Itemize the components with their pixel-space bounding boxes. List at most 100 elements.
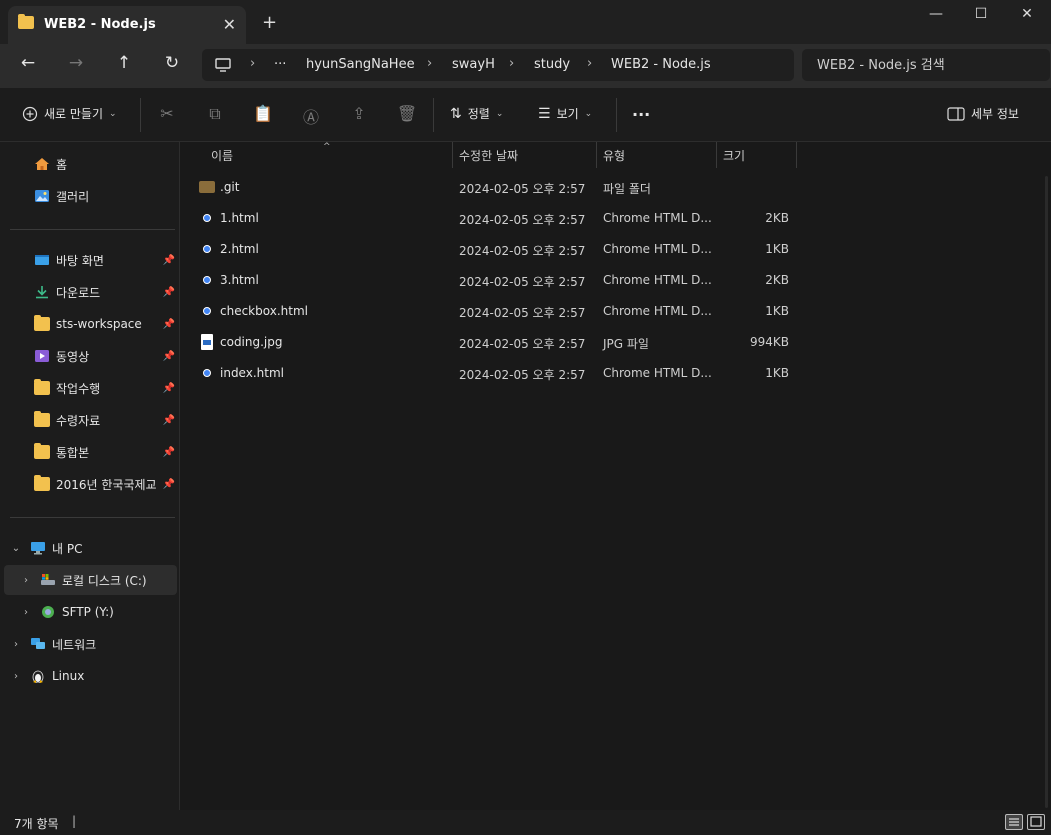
- maximize-button[interactable]: ☐: [958, 6, 1004, 22]
- breadcrumb-hyunsangnahee[interactable]: hyunSangNaHee: [306, 57, 415, 72]
- file-row[interactable]: index.html 2024-02-05 오후 2:57 Chrome HTM…: [196, 358, 796, 389]
- pin-icon[interactable]: 📌: [163, 415, 175, 426]
- pin-icon[interactable]: 📌: [163, 255, 175, 266]
- file-row[interactable]: 1.html 2024-02-05 오후 2:57 Chrome HTML D.…: [196, 203, 796, 234]
- sidebar-item-label: 내 PC: [52, 541, 83, 556]
- chevron-down-icon: ⌄: [584, 108, 593, 119]
- breadcrumb-swayh[interactable]: swayH: [452, 57, 495, 72]
- sidebar-item-2016[interactable]: 2016년 한국국제교 📌: [4, 469, 177, 499]
- pin-icon[interactable]: 📌: [163, 351, 175, 362]
- up-button[interactable]: ↑: [110, 53, 138, 79]
- chevron-right-icon[interactable]: ›: [10, 639, 22, 650]
- address-bar[interactable]: › ··· hyunSangNaHee › swayH › study › WE…: [202, 49, 794, 81]
- file-row[interactable]: coding.jpg 2024-02-05 오후 2:57 JPG 파일 994…: [196, 327, 796, 358]
- navigation-pane: 홈 갤러리 바탕 화면 📌 다운로드 📌 sts-workspace 📌 동영상…: [0, 142, 180, 810]
- tab-web2-nodejs[interactable]: WEB2 - Node.js ✕: [8, 6, 246, 44]
- file-date: 2024-02-05 오후 2:57: [459, 275, 586, 289]
- more-options-button[interactable]: ···: [632, 105, 650, 124]
- sidebar-item-downloads[interactable]: 다운로드 📌: [4, 277, 177, 307]
- pin-icon[interactable]: 📌: [163, 383, 175, 394]
- details-pane-icon: [947, 106, 965, 121]
- search-box: [802, 49, 1050, 81]
- paste-icon[interactable]: 📋: [252, 104, 274, 123]
- tiles-view-icon: [1030, 816, 1042, 827]
- tiles-view-button[interactable]: [1027, 814, 1045, 830]
- jpg-icon: [201, 334, 213, 350]
- minimize-button[interactable]: —: [913, 6, 959, 22]
- file-row[interactable]: checkbox.html 2024-02-05 오후 2:57 Chrome …: [196, 296, 796, 327]
- folder-icon: [34, 443, 50, 459]
- sidebar-item-linux[interactable]: › Linux: [4, 661, 177, 691]
- sidebar-item-received[interactable]: 수령자료 📌: [4, 405, 177, 435]
- rename-icon[interactable]: Ⓐ: [300, 104, 322, 128]
- sidebar-item-label: sts-workspace: [56, 317, 142, 331]
- details-view-button[interactable]: [1005, 814, 1023, 830]
- details-button[interactable]: 세부 정보: [947, 105, 1019, 122]
- linux-icon: [32, 670, 44, 683]
- file-row[interactable]: 2.html 2024-02-05 오후 2:57 Chrome HTML D.…: [196, 234, 796, 265]
- sidebar-item-sts-workspace[interactable]: sts-workspace 📌: [4, 309, 177, 339]
- forward-button[interactable]: →: [62, 53, 90, 79]
- folder-icon: [34, 475, 50, 491]
- pin-icon[interactable]: 📌: [163, 447, 175, 458]
- refresh-button[interactable]: ↻: [158, 53, 186, 79]
- chevron-right-icon[interactable]: ›: [20, 575, 32, 586]
- view-button[interactable]: ☰ 보기 ⌄: [538, 105, 592, 122]
- drive-icon: [41, 574, 55, 585]
- cut-icon[interactable]: ✂: [156, 104, 178, 123]
- scrollbar[interactable]: [1045, 176, 1048, 808]
- new-button-label: 새로 만들기: [44, 107, 104, 121]
- delete-icon[interactable]: 🗑: [396, 104, 418, 123]
- file-size: 1KB: [765, 366, 789, 380]
- sidebar-item-sftp-y[interactable]: › SFTP (Y:): [4, 597, 177, 627]
- chevron-down-icon[interactable]: ⌄: [10, 543, 22, 554]
- column-header-date[interactable]: 수정한 날짜: [453, 142, 597, 168]
- chevron-right-icon[interactable]: ›: [10, 671, 22, 682]
- file-name: 1.html: [220, 211, 259, 225]
- sidebar-item-work[interactable]: 작업수행 📌: [4, 373, 177, 403]
- new-tab-button[interactable]: +: [262, 12, 277, 33]
- breadcrumb-overflow[interactable]: ···: [274, 57, 286, 72]
- sidebar-item-this-pc[interactable]: ⌄ 내 PC: [4, 533, 177, 563]
- sort-icon: ⇅: [450, 105, 462, 122]
- share-icon[interactable]: ⇪: [348, 104, 370, 123]
- search-input[interactable]: [802, 49, 1050, 81]
- sidebar-item-videos[interactable]: 동영상 📌: [4, 341, 177, 371]
- sidebar-item-merged[interactable]: 통합본 📌: [4, 437, 177, 467]
- chevron-right-icon[interactable]: ›: [20, 607, 32, 618]
- status-bar: 7개 항목 |: [0, 810, 1051, 835]
- sidebar-item-network[interactable]: › 네트워크: [4, 629, 177, 659]
- file-row[interactable]: .git 2024-02-05 오후 2:57 파일 폴더: [196, 172, 796, 203]
- close-window-button[interactable]: ✕: [1004, 6, 1050, 22]
- sidebar-item-label: 홈: [56, 157, 68, 172]
- tab-close-button[interactable]: ✕: [223, 15, 236, 34]
- view-button-label: 보기: [556, 107, 579, 121]
- column-header-name[interactable]: 이름: [205, 142, 453, 168]
- new-button[interactable]: 새로 만들기 ⌄: [22, 105, 117, 122]
- breadcrumb-web2-nodejs[interactable]: WEB2 - Node.js: [611, 57, 711, 72]
- column-header-size[interactable]: 크기: [717, 142, 797, 168]
- file-type: Chrome HTML D...: [603, 211, 712, 225]
- back-button[interactable]: ←: [14, 53, 42, 79]
- folder-icon: [34, 315, 50, 331]
- file-name: 3.html: [220, 273, 259, 287]
- pin-icon[interactable]: 📌: [163, 287, 175, 298]
- status-divider: |: [72, 814, 77, 828]
- file-name: checkbox.html: [220, 304, 308, 318]
- column-header-type[interactable]: 유형: [597, 142, 717, 168]
- sidebar-item-home[interactable]: 홈: [4, 149, 177, 179]
- file-date: 2024-02-05 오후 2:57: [459, 244, 586, 258]
- copy-icon[interactable]: ⧉: [204, 104, 226, 124]
- sidebar-item-local-disk-c[interactable]: › 로컬 디스크 (C:): [4, 565, 177, 595]
- chevron-right-icon: ›: [427, 56, 433, 71]
- pin-icon[interactable]: 📌: [163, 479, 175, 490]
- tab-title: WEB2 - Node.js: [44, 17, 156, 32]
- breadcrumb-study[interactable]: study: [534, 57, 570, 72]
- file-row[interactable]: 3.html 2024-02-05 오후 2:57 Chrome HTML D.…: [196, 265, 796, 296]
- sort-button[interactable]: ⇅ 정렬 ⌄: [450, 105, 503, 122]
- sidebar-item-gallery[interactable]: 갤러리: [4, 181, 177, 211]
- file-type: 파일 폴더: [603, 182, 651, 196]
- pin-icon[interactable]: 📌: [163, 319, 175, 330]
- sidebar-item-desktop[interactable]: 바탕 화면 📌: [4, 245, 177, 275]
- sidebar-item-label: Linux: [52, 669, 85, 683]
